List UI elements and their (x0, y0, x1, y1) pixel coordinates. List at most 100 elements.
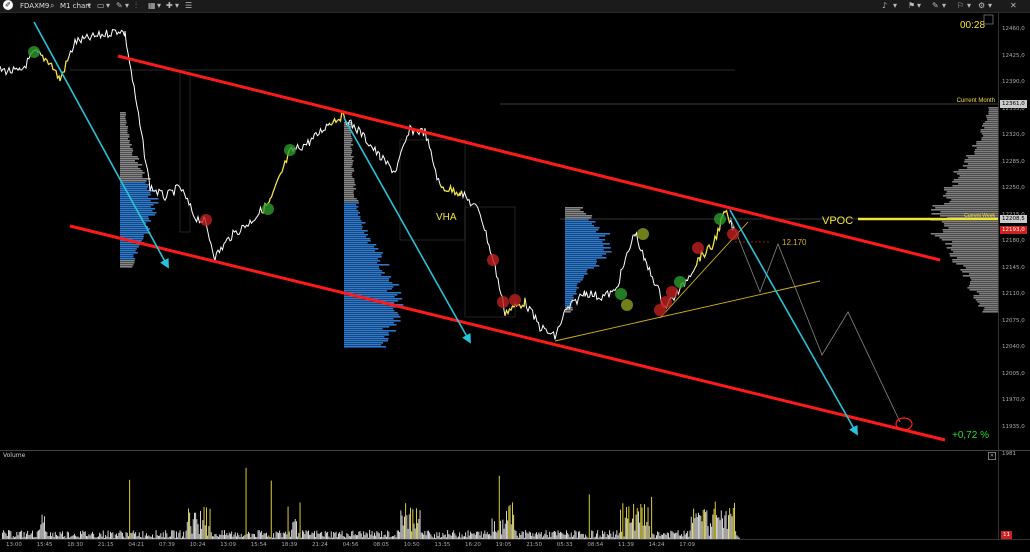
time-axis-label: 15:54 (250, 542, 267, 548)
price-axis-label: 12110,0 (1002, 291, 1025, 297)
down-arrow[interactable] (33, 21, 169, 269)
price-chart[interactable]: VHA VPOC Current Month Current Week 12.1… (0, 12, 998, 450)
signal-marker[interactable] (28, 46, 40, 58)
time-axis-label: 16:20 (465, 542, 481, 548)
time-axis-label: 05:33 (556, 542, 573, 548)
target-circle (895, 417, 913, 431)
signal-marker[interactable] (200, 214, 212, 226)
time-axis-label: 19:05 (495, 542, 512, 548)
level-lines (70, 69, 998, 318)
chevron-down-icon[interactable]: ▾ (942, 1, 946, 11)
signal-marker[interactable] (637, 228, 649, 240)
time-axis-label: 08:05 (373, 542, 390, 548)
chevron-down-icon[interactable]: ▾ (87, 1, 91, 11)
symbol-selector[interactable]: FDAXM9 (20, 1, 49, 11)
time-axis-label: 18:30 (67, 542, 84, 548)
flag-icon[interactable]: ⚐ (957, 1, 964, 11)
time-axis[interactable]: 13:00 15:45 18:30 21:15 04:21 07:39 10:24 13:09… (0, 539, 1030, 552)
close-icon[interactable]: ✕ (1010, 1, 1017, 11)
time-axis-label: 04:56 (342, 542, 359, 548)
time-axis-label: 10:24 (189, 542, 206, 548)
time-axis-label: 14:24 (648, 542, 665, 548)
bell-icon[interactable]: ♪ (882, 1, 887, 11)
signal-marker[interactable] (262, 203, 274, 215)
price-axis-label: 12145,0 (1002, 264, 1025, 271)
price-axis-label: 12390,0 (1002, 79, 1025, 85)
signal-marker[interactable] (714, 213, 726, 225)
signal-marker[interactable] (615, 288, 627, 300)
chevron-down-icon[interactable]: ▾ (106, 1, 110, 11)
time-axis-label: 08:54 (587, 542, 604, 548)
price-axis-label: 11935,0 (1002, 423, 1025, 430)
plus-icon[interactable]: ✚ (166, 1, 173, 11)
price-axis[interactable]: 12460,0 12425,0 12390,0 12355,0 12320,0 12285… (998, 12, 1030, 450)
signal-marker[interactable] (660, 296, 672, 308)
time-axis-label: 10:50 (403, 542, 420, 548)
vha-label: VHA (436, 212, 457, 223)
price-axis-label: 12250,0 (1002, 185, 1025, 191)
signal-marker[interactable] (666, 286, 678, 298)
projection-path (729, 216, 913, 431)
time-axis-label: 18:39 (281, 542, 298, 548)
chevron-down-icon[interactable]: ▾ (157, 1, 161, 11)
time-axis-label: 11:39 (618, 542, 634, 548)
price-tag: 12361,0 (1000, 100, 1027, 108)
signal-marker[interactable] (497, 296, 509, 308)
current-month-label: Current Month (957, 98, 995, 104)
price-axis-label: 11970,0 (1002, 397, 1025, 403)
bars-icon[interactable]: ⫶ (135, 1, 137, 11)
vpoc-label: VPOC (822, 215, 853, 227)
chevron-down-icon[interactable]: ▾ (125, 1, 129, 11)
pencil-icon[interactable]: ✎ (116, 1, 123, 11)
support-line[interactable] (554, 280, 821, 342)
signal-marker[interactable] (509, 294, 521, 306)
volume-axis-max: 1981 (1002, 451, 1016, 457)
brush-icon[interactable]: ⚑ (908, 1, 915, 11)
signal-marker[interactable] (621, 299, 633, 311)
time-axis-label: 04:21 (128, 542, 145, 548)
time-axis-label: 13:00 (6, 542, 22, 548)
time-axis-label: 13:35 (434, 542, 451, 548)
price-axis-label: 12460,0 (1002, 26, 1025, 32)
settings-icon[interactable]: ⚙ (978, 1, 985, 11)
signal-marker[interactable] (284, 144, 296, 156)
search-icon[interactable]: ⌕ (50, 1, 54, 11)
volume-bars (2, 467, 740, 540)
price-axis-label: 12040,0 (1002, 344, 1025, 350)
price-axis-label: 12005,0 (1002, 370, 1025, 377)
price-axis-label: 12180,0 (1002, 238, 1025, 244)
maximize-icon[interactable] (983, 14, 994, 25)
price-tag: 12193,0 (1000, 226, 1027, 234)
time-axis-label: 17:09 (679, 542, 696, 548)
price-axis-label: 12320,0 (1002, 132, 1025, 138)
chevron-down-icon[interactable]: ▾ (967, 1, 971, 11)
chevron-down-icon[interactable]: ▾ (988, 1, 992, 11)
volume-axis: 1981 11 (998, 450, 1030, 540)
time-axis-label: 21:15 (97, 542, 114, 548)
time-axis-label: 21:24 (312, 542, 328, 548)
time-axis-label: 15:45 (36, 542, 53, 548)
price-axis-label: 12075,0 (1002, 317, 1025, 324)
percent-change-label: +0,72 % (952, 430, 989, 441)
signal-marker[interactable] (487, 254, 499, 266)
target-level-label: 12.170 (782, 238, 807, 247)
volume-pane: Volume ✕ (0, 450, 998, 540)
signal-marker[interactable] (674, 276, 686, 288)
time-axis-label: 21:50 (526, 542, 543, 548)
pin-icon[interactable]: ✎ (932, 1, 939, 11)
time-axis-label: 07:39 (159, 542, 175, 548)
logo-icon[interactable]: ✐ (3, 0, 13, 10)
price-tag: 12208,5 (1000, 215, 1027, 223)
channel-lower-line[interactable] (69, 224, 946, 442)
signal-marker[interactable] (692, 242, 704, 254)
chevron-down-icon[interactable]: ▾ (917, 1, 921, 11)
bar-chart-icon[interactable]: ▭ (97, 1, 105, 11)
grid-icon[interactable]: ▦ (148, 1, 156, 11)
chevron-down-icon[interactable]: ▾ (175, 1, 179, 11)
signal-marker[interactable] (727, 228, 739, 240)
menu-icon[interactable]: ☰ (185, 1, 192, 11)
time-axis-label: 13:09 (220, 542, 237, 548)
volume-profiles (120, 107, 998, 348)
trend-channel[interactable] (69, 54, 946, 442)
chevron-down-icon[interactable]: ▾ (893, 1, 897, 11)
